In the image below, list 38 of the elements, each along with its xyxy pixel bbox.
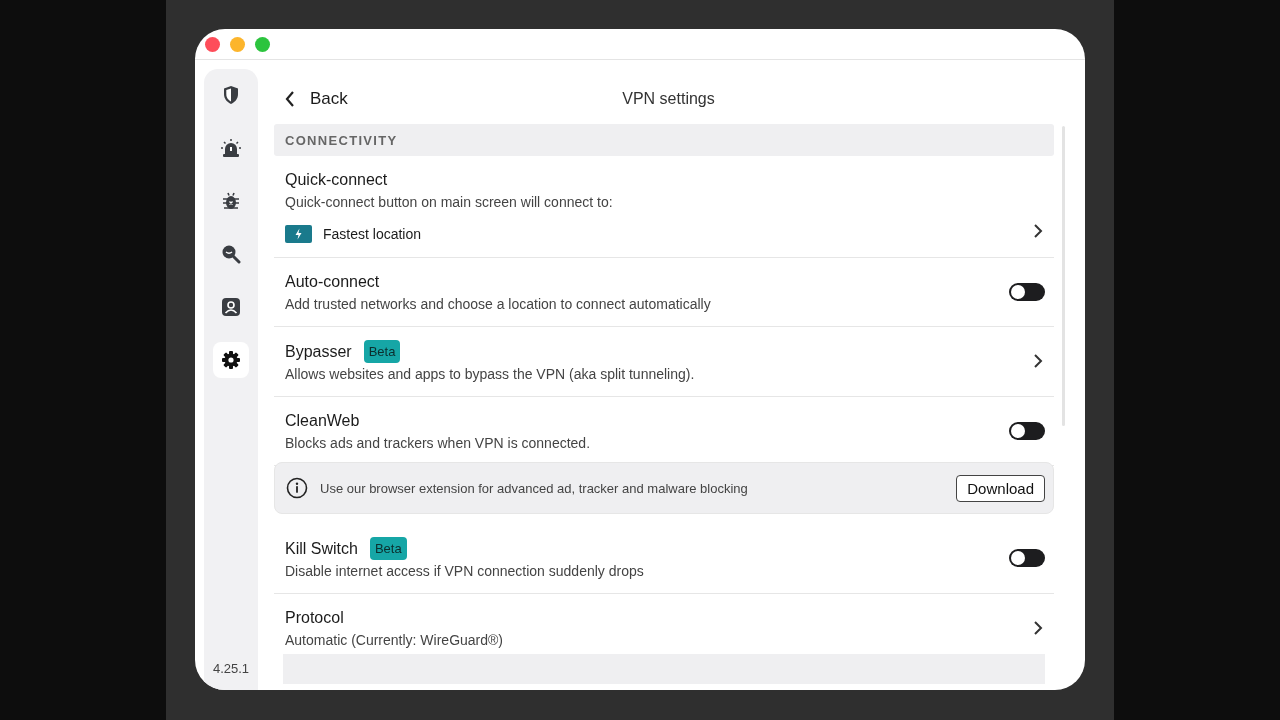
settings-icon bbox=[221, 350, 241, 370]
beta-badge: Beta bbox=[363, 340, 401, 363]
banner-text: Use our browser extension for advanced ad, tracker and malware blocking bbox=[320, 480, 749, 496]
setting-title: Protocol bbox=[285, 609, 344, 627]
setting-description: Allows websites and apps to bypass the VPN (aka split tunneling). bbox=[285, 366, 695, 382]
setting-description: Automatic (Currently: WireGuard®) bbox=[285, 632, 504, 648]
bug-icon bbox=[221, 191, 241, 211]
setting-description: Quick-connect button on main screen will connect to: bbox=[285, 194, 613, 210]
sidebar-item[interactable] bbox=[213, 342, 249, 378]
setting-description: Disable internet access if VPN connection suddenly drops bbox=[285, 563, 644, 579]
toggle-switch[interactable] bbox=[1009, 549, 1045, 567]
beta-badge: Beta bbox=[369, 537, 407, 560]
setting-description: Add trusted networks and choose a location to connect automatically bbox=[285, 296, 711, 312]
section-header: CONNECTIVITY bbox=[274, 124, 1054, 156]
chevron-right-icon[interactable] bbox=[1033, 353, 1043, 369]
setting-title: Kill Switch bbox=[285, 539, 358, 558]
info-icon bbox=[286, 477, 308, 499]
alarm-icon bbox=[220, 138, 242, 158]
setting-title: CleanWeb bbox=[285, 412, 360, 430]
search-icon bbox=[221, 244, 241, 264]
shield-icon bbox=[222, 85, 240, 105]
setting-description: Blocks ads and trackers when VPN is connected. bbox=[285, 435, 591, 451]
chevron-right-icon[interactable] bbox=[1033, 619, 1043, 636]
close-button[interactable] bbox=[205, 36, 220, 52]
profile-icon bbox=[221, 297, 241, 317]
download-button[interactable]: Download bbox=[956, 474, 1045, 502]
setting-title: Quick-connect bbox=[285, 171, 388, 189]
setting-title: Bypasser bbox=[285, 342, 352, 361]
toggle-switch[interactable] bbox=[1009, 282, 1045, 301]
back-button[interactable]: Back bbox=[274, 88, 348, 109]
page-title: VPN settings bbox=[622, 89, 715, 108]
setting-title: Auto-connect bbox=[285, 273, 380, 291]
location-label: Fastest location bbox=[323, 226, 422, 242]
chevron-right-icon[interactable] bbox=[1033, 223, 1043, 239]
version-label: 4.25.1 bbox=[212, 661, 250, 676]
lightning-icon bbox=[285, 225, 312, 243]
back-icon bbox=[284, 89, 296, 108]
toggle-switch[interactable] bbox=[1009, 421, 1045, 440]
